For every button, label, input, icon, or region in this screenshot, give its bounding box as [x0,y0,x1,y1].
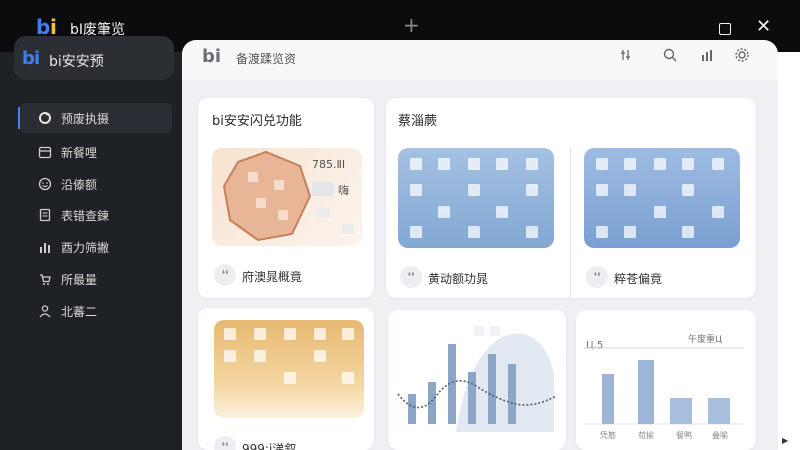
sidebar-item-3[interactable]: 沿傣额 [20,169,172,199]
sidebar-item-4[interactable]: 表错查鍊 [20,200,172,230]
header-logo-icon: bi [202,46,221,64]
new-tab-button[interactable]: + [403,15,420,35]
blue-tile-a[interactable] [398,148,554,248]
app-logo-icon: b i [36,16,57,38]
scrollbar[interactable] [778,52,800,450]
bar-chart-corner-label: 午废重Ц [688,335,722,345]
sidebar-item-label: 表错查鍊 [61,209,110,223]
emoji-icon [38,177,52,191]
tile-placeholder [342,224,354,234]
gold-tile[interactable] [214,320,364,418]
svg-text:i: i [50,16,57,38]
comment-icon: ❛❛ [586,266,608,288]
sidebar-item-7[interactable]: 北蕃二 [20,296,172,326]
document-icon [38,208,52,222]
cart-icon [38,272,52,286]
tile-value: 785.ⅡI [312,158,346,171]
sidebar-item-1[interactable]: 预废执摄 [18,103,172,133]
maximize-button[interactable] [719,23,731,35]
svg-text:i: i [34,48,40,67]
tile-caption: 黄动额功晁 [428,272,489,286]
search-icon[interactable] [660,47,680,67]
content-panel-title: 蔡淄蕨 [398,114,438,129]
bar-category-label: 凭筋 [600,431,616,440]
sidebar-item-5[interactable]: 酉力筛撇 [20,232,172,262]
sidebar-item-label: 新餐哩 [61,146,98,160]
brand-logo-icon: b i [22,48,40,67]
tile-caption: 府澳晁概竟 [242,270,303,284]
stats-icon[interactable] [698,47,718,67]
blue-tile-b[interactable] [584,148,740,248]
svg-text:bi: bi [202,46,221,64]
settings-gear-icon[interactable] [732,47,752,67]
brand-name: bi安安预 [49,54,104,70]
tile-caption: 999:i涕叙 [242,442,297,450]
close-button[interactable]: ✕ [756,18,771,36]
overview-tile[interactable]: 785.ⅡI 嗨 [212,148,362,246]
tile-text: 嗨 [338,184,349,197]
divider [570,148,571,298]
tile-caption: 粹苍偏竟 [614,272,663,286]
sidebar-item-label: 预废执摄 [61,112,110,126]
sidebar-item-label: 北蕃二 [61,305,98,319]
sidebar-item-label: 酉力筛撇 [61,241,110,255]
feature-panel-title: bi安安闪兑功能 [212,114,302,129]
comment-icon: ❛❛ [214,264,236,286]
area-chart-graphic [397,326,557,432]
bar-chart-graphic [584,347,744,425]
scroll-arrow-icon[interactable]: ▶ [782,436,788,445]
tile-placeholder [312,182,334,196]
bar-category-label: 叠喻 [712,431,728,440]
map-polygon-icon [222,150,312,242]
comment-icon: ❛❛ [400,266,422,288]
bar-category-label: 苟揄 [638,431,654,440]
refresh-icon [38,111,52,125]
header-title: 备渡蹂览资 [236,52,297,66]
user-icon [38,304,52,318]
bar-category-label: 餐鸭 [676,431,692,440]
sidebar-item-2[interactable]: 新餐哩 [20,137,172,167]
tile-placeholder [316,208,330,218]
sidebar-item-label: 沿傣额 [61,178,98,192]
bar-chart-icon [38,240,52,254]
filter-icon[interactable] [618,47,638,67]
sidebar-item-6[interactable]: 所最量 [20,264,172,294]
sidebar-item-label: 所最量 [61,273,98,287]
svg-text:b: b [36,16,50,38]
calendar-icon [38,145,52,159]
